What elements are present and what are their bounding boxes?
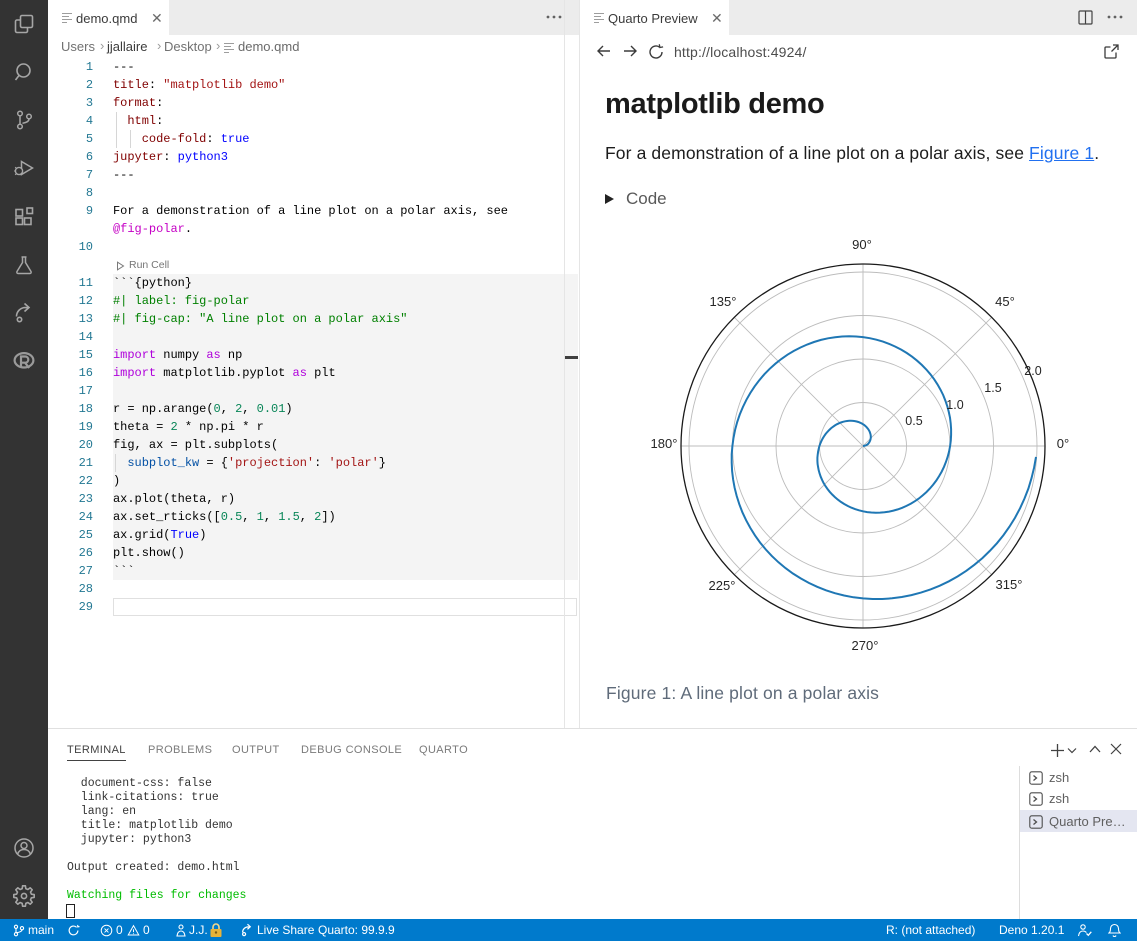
- svg-text:225°: 225°: [709, 578, 736, 593]
- svg-text:2.0: 2.0: [1024, 364, 1041, 378]
- svg-text:270°: 270°: [852, 638, 879, 653]
- svg-text:315°: 315°: [996, 577, 1023, 592]
- svg-text:135°: 135°: [710, 294, 737, 309]
- svg-text:1.5: 1.5: [984, 381, 1001, 395]
- svg-text:180°: 180°: [651, 436, 678, 451]
- svg-text:0°: 0°: [1057, 436, 1069, 451]
- svg-text:90°: 90°: [852, 237, 872, 252]
- svg-text:45°: 45°: [995, 294, 1015, 309]
- svg-text:1.0: 1.0: [946, 398, 963, 412]
- svg-text:0.5: 0.5: [905, 414, 922, 428]
